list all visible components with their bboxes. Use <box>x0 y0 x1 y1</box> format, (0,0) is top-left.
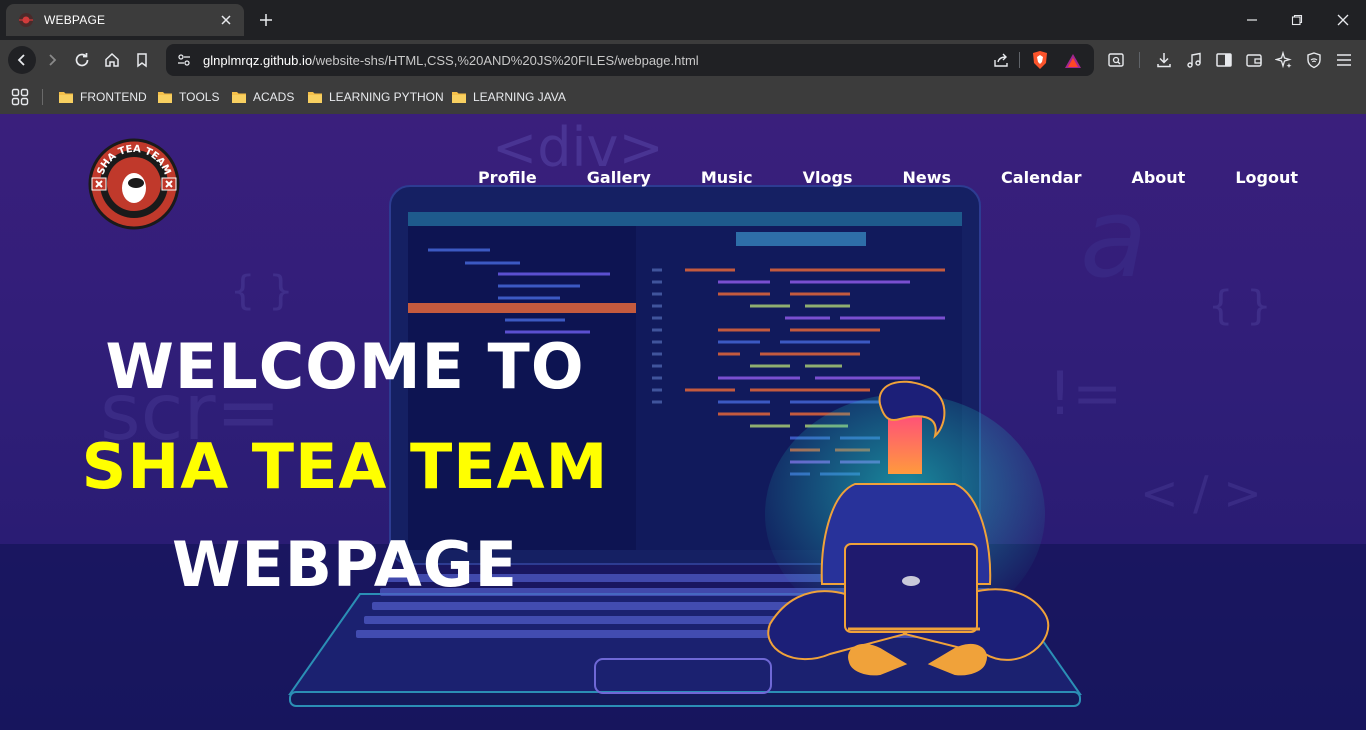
apps-grid-icon[interactable] <box>10 87 30 107</box>
bookmark-label: LEARNING PYTHON <box>329 90 444 104</box>
music-note-icon[interactable] <box>1182 48 1206 72</box>
bookmark-folder-learning-java[interactable]: LEARNING JAVA <box>451 87 566 107</box>
brave-shields-icon[interactable] <box>1030 50 1050 70</box>
person-laptop-logo <box>902 576 920 586</box>
nav-vlogs[interactable]: Vlogs <box>803 168 853 187</box>
url-path: /website-shs/HTML,CSS,%20AND%20JS%20FILE… <box>312 53 699 68</box>
new-tab-plus-icon[interactable] <box>256 10 276 30</box>
vpn-shield-icon[interactable] <box>1302 48 1326 72</box>
nav-gallery[interactable]: Gallery <box>587 168 651 187</box>
screen-editor-tab <box>736 232 866 246</box>
bookmark-label: LEARNING JAVA <box>473 90 566 104</box>
nav-music[interactable]: Music <box>701 168 753 187</box>
toolbar-divider <box>1139 52 1140 68</box>
forward-arrow-icon[interactable] <box>40 48 64 72</box>
bg-glyph-braces-left: { } <box>230 268 294 314</box>
restore-icon[interactable] <box>1287 10 1307 30</box>
bg-glyph-braces-right: { } <box>1208 283 1272 329</box>
omnibox-divider <box>1019 52 1020 68</box>
minimize-icon[interactable] <box>1242 10 1262 30</box>
back-arrow-icon[interactable] <box>8 46 36 74</box>
hero-line-team-name: SHA TEA TEAM <box>81 430 609 503</box>
main-navigation: Profile Gallery Music Vlogs News Calenda… <box>428 168 1298 187</box>
folder-icon <box>158 92 172 103</box>
brave-rewards-icon[interactable] <box>1063 51 1083 71</box>
webpage-viewport: <div> { } { } scr= != < / > a SHA TEA TE… <box>0 114 1366 730</box>
close-window-icon[interactable] <box>1333 10 1353 30</box>
sidebar-icon[interactable] <box>1212 48 1236 72</box>
bookmark-folder-tools[interactable]: TOOLS <box>157 87 219 107</box>
laptop-base-edge <box>289 691 1081 707</box>
close-tab-icon[interactable] <box>216 10 236 30</box>
hero-background-illustration: <div> { } { } scr= != < / > a <box>100 116 1272 707</box>
nav-profile[interactable]: Profile <box>478 168 537 187</box>
nav-calendar[interactable]: Calendar <box>1001 168 1081 187</box>
menu-hamburger-icon[interactable] <box>1332 48 1356 72</box>
leo-ai-sparkle-icon[interactable] <box>1272 48 1296 72</box>
bg-glyph-at: a <box>1080 174 1147 302</box>
url-text[interactable]: glnplmrqz.github.io/website-shs/HTML,CSS… <box>203 53 699 68</box>
bookmark-folder-acads[interactable]: ACADS <box>231 87 294 107</box>
hero-line-welcome: WELCOME TO <box>105 330 585 403</box>
bookmarks-bar: FRONTEND TOOLS ACADS LEARNING PYTHON LEA… <box>0 80 1366 114</box>
reader-mode-icon[interactable] <box>1104 48 1128 72</box>
bookmarks-divider <box>42 89 43 105</box>
screen-titlebar <box>408 212 962 226</box>
browser-tab-active[interactable]: WEBPAGE <box>6 4 244 36</box>
nav-about[interactable]: About <box>1131 168 1185 187</box>
folder-icon <box>452 92 466 103</box>
nav-news[interactable]: News <box>903 168 952 187</box>
folder-icon <box>232 92 246 103</box>
share-icon[interactable] <box>992 51 1010 69</box>
nav-logout[interactable]: Logout <box>1235 168 1298 187</box>
tab-strip: WEBPAGE <box>0 0 1366 40</box>
bookmark-icon[interactable] <box>130 48 154 72</box>
url-host: glnplmrqz.github.io <box>203 53 313 68</box>
address-bar[interactable]: glnplmrqz.github.io/website-shs/HTML,CSS… <box>166 44 1094 76</box>
download-icon[interactable] <box>1152 48 1176 72</box>
bookmark-label: FRONTEND <box>80 90 147 104</box>
bg-glyph-noteq: != <box>1048 359 1122 429</box>
sha-tea-team-logo[interactable]: SHA TEA TEAM <box>88 138 180 230</box>
bg-glyph-close-tag: < / > <box>1140 466 1262 520</box>
folder-icon <box>59 92 73 103</box>
browser-toolbar: glnplmrqz.github.io/website-shs/HTML,CSS… <box>0 40 1366 98</box>
person-laptop <box>844 543 978 633</box>
folder-icon <box>308 92 322 103</box>
bookmark-label: TOOLS <box>179 90 220 104</box>
hero-line-webpage: WEBPAGE <box>172 528 518 601</box>
site-settings-icon[interactable] <box>176 52 192 68</box>
tab-title: WEBPAGE <box>44 13 106 27</box>
bookmark-label: ACADS <box>253 90 295 104</box>
reload-icon[interactable] <box>70 48 94 72</box>
favicon-icon <box>18 12 34 28</box>
home-icon[interactable] <box>100 48 124 72</box>
screen-highlight-bar <box>408 303 636 313</box>
bookmark-folder-frontend[interactable]: FRONTEND <box>58 87 147 107</box>
bookmark-folder-learning-python[interactable]: LEARNING PYTHON <box>307 87 444 107</box>
wallet-icon[interactable] <box>1242 48 1266 72</box>
